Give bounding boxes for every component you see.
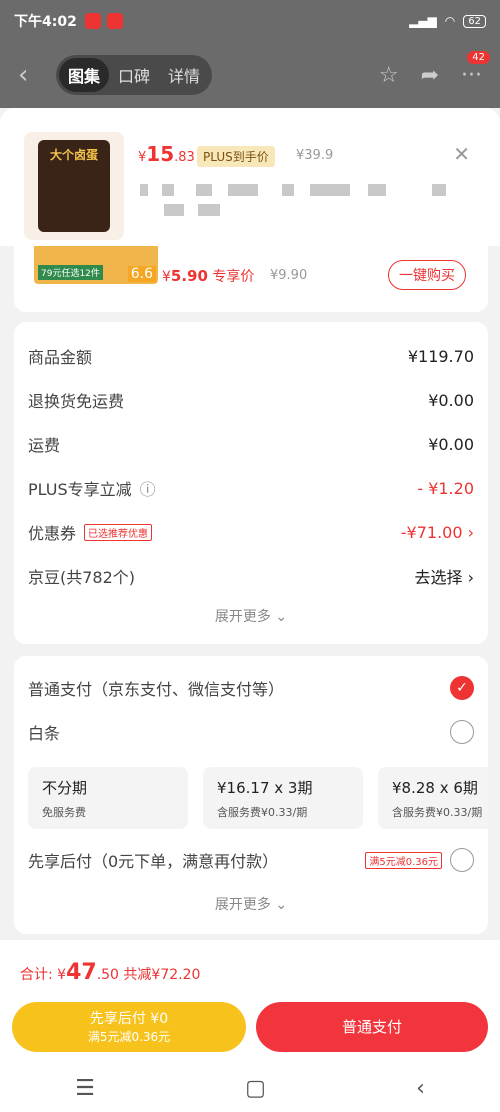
pay-later[interactable]: 先享后付（0元下单，满意再付款） 满5元减0.36元: [28, 848, 474, 872]
tab-group: 图集 口碑 详情: [56, 55, 213, 95]
notification-icons: [84, 13, 123, 29]
menu-icon[interactable]: ☰: [75, 1076, 95, 1101]
top-nav: ‹ 图集 口碑 详情 ☆ ➦ ··· 42: [0, 42, 500, 108]
wifi-icon: ◠: [444, 14, 456, 28]
info-icon[interactable]: ⓘ: [140, 476, 156, 500]
product-price: ¥15.83: [138, 142, 195, 166]
star-icon[interactable]: ☆: [379, 63, 399, 88]
pay-later-tag: 满5元减0.36元: [365, 851, 442, 869]
payment-card: 普通支付（京东支付、微信支付等） ✓ 白条 不分期 免服务费 ¥16.17 x 3期…: [14, 656, 488, 934]
summary-row: 商品金额 ¥119.70: [28, 346, 474, 368]
tab-details[interactable]: 详情: [159, 58, 209, 92]
installment-option[interactable]: ¥16.17 x 3期 含服务费¥0.33/期: [203, 767, 363, 829]
checkout-sheet: 大个卤蛋 ¥15.83 PLUS到手价 ¥39.9 ✕ 79元任选12件 6.6…: [0, 108, 500, 1112]
product-package: 大个卤蛋: [38, 140, 110, 232]
installment-option[interactable]: 不分期 免服务费: [28, 767, 188, 829]
pay-normal[interactable]: 普通支付（京东支付、微信支付等） ✓: [28, 676, 474, 700]
product-image: 大个卤蛋: [24, 132, 124, 240]
tab-gallery[interactable]: 图集: [59, 58, 110, 92]
checked-icon[interactable]: ✓: [450, 676, 474, 700]
recommend-tag: 79元任选12件: [38, 265, 103, 280]
checkout-footer: 合计: ¥47.50 共减¥72.20 先享后付 ¥0 满5元减0.36元 普通支…: [0, 940, 500, 1112]
radio-icon[interactable]: [450, 848, 474, 872]
recommend-original: ¥9.90: [270, 268, 308, 283]
status-bar: 下午4:02 ▂▄▆ ◠ 62: [0, 0, 500, 42]
coupon-tag: 已选推荐优惠: [84, 523, 153, 541]
system-icons: ▂▄▆ ◠ 62: [409, 14, 486, 28]
installment-option[interactable]: ¥8.28 x 6期 含服务费¥0.33/期: [378, 767, 488, 829]
recommend-image: 79元任选12件 6.6: [34, 246, 158, 284]
back-nav-icon[interactable]: ‹: [416, 1076, 425, 1101]
plus-badge: PLUS到手价: [197, 146, 275, 167]
normal-pay-button[interactable]: 普通支付: [256, 1002, 488, 1052]
close-icon[interactable]: ✕: [453, 142, 470, 166]
summary-row: 退换货免运费 ¥0.00: [28, 390, 474, 412]
summary-row-plus[interactable]: PLUS专享立减 ⓘ - ¥1.20: [28, 476, 474, 500]
message-badge: 42: [467, 50, 490, 64]
recommend-number: 6.6: [127, 266, 156, 282]
expand-more[interactable]: 展开更多 ⌄: [14, 894, 488, 914]
recommend-item: 79元任选12件 6.6 ¥5.90 专享价 ¥9.90 一键购买: [14, 246, 488, 312]
order-summary: 商品金额 ¥119.70 退换货免运费 ¥0.00 运费 ¥0.00 PLUS专享立减…: [14, 322, 488, 644]
clock: 下午4:02: [14, 14, 77, 30]
share-icon[interactable]: ➦: [421, 63, 439, 88]
original-price: ¥39.9: [296, 148, 334, 163]
summary-row-beans[interactable]: 京豆(共782个) 去选择 ›: [28, 564, 474, 588]
total-amount: 合计: ¥47.50 共减¥72.20: [20, 960, 201, 985]
app-icon: [84, 13, 101, 29]
summary-row: 运费 ¥0.00: [28, 434, 474, 456]
system-nav: ☰ ▢ ‹: [0, 1076, 500, 1101]
top-actions: ☆ ➦ ··· 42: [379, 50, 490, 88]
summary-row-coupon[interactable]: 优惠券 已选推荐优惠 -¥71.00 ›: [28, 520, 474, 544]
pay-later-button[interactable]: 先享后付 ¥0 满5元减0.36元: [12, 1002, 246, 1052]
more-icon[interactable]: ···: [461, 63, 482, 88]
battery-icon: 62: [463, 14, 486, 28]
product-header: 大个卤蛋 ¥15.83 PLUS到手价 ¥39.9 ✕: [0, 108, 500, 246]
tab-reviews[interactable]: 口碑: [109, 58, 159, 92]
signal-icon: ▂▄▆: [409, 14, 437, 28]
home-icon[interactable]: ▢: [245, 1076, 266, 1101]
pay-baitiao[interactable]: 白条: [28, 720, 474, 744]
radio-icon[interactable]: [450, 720, 474, 744]
back-icon[interactable]: ‹: [18, 60, 48, 90]
one-click-buy-button[interactable]: 一键购买: [388, 260, 466, 290]
recommend-price: ¥5.90 专享价: [162, 267, 255, 285]
app-icon: [106, 13, 123, 29]
expand-more[interactable]: 展开更多 ⌄: [14, 606, 488, 626]
